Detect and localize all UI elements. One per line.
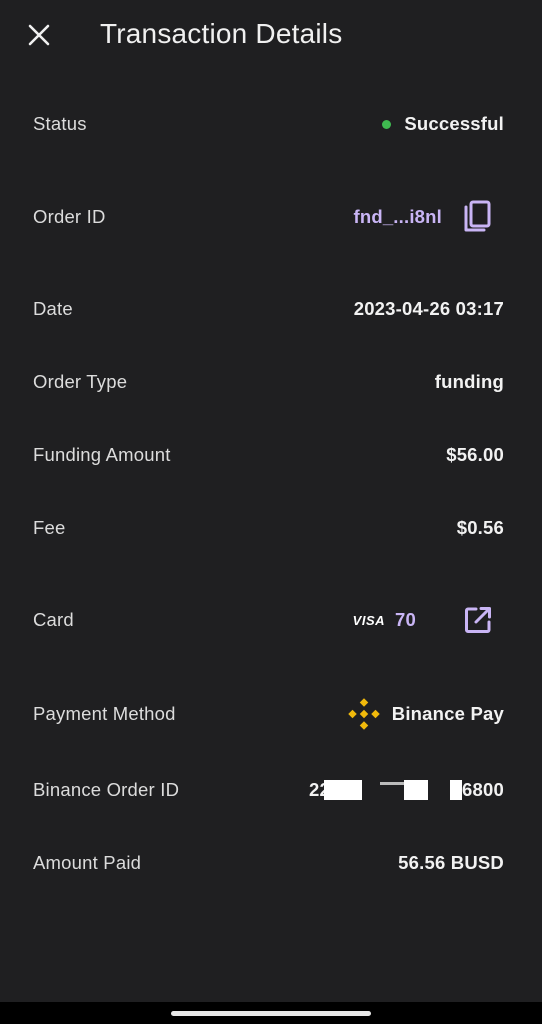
binance-order-id-suffix: 6800 xyxy=(462,779,504,800)
funding-amount-label: Funding Amount xyxy=(33,444,171,465)
card-row: Card VISA 70 xyxy=(0,600,542,640)
amount-paid-label: Amount Paid xyxy=(33,852,142,873)
status-dot-icon xyxy=(382,119,392,129)
order-id-row: Order ID fnd_...i8nl xyxy=(0,197,542,237)
binance-order-id-row: Binance Order ID 22 6800 xyxy=(0,770,542,810)
funding-amount-value: $56.00 xyxy=(446,444,504,465)
header: Transaction Details xyxy=(0,0,542,72)
amount-paid-value: 56.56 BUSD xyxy=(398,852,504,873)
status-label: Status xyxy=(33,113,87,134)
order-type-value: funding xyxy=(434,371,504,392)
page-title: Transaction Details xyxy=(100,18,343,49)
payment-method-value: Binance Pay xyxy=(348,698,504,730)
status-text: Successful xyxy=(404,113,504,134)
fee-label: Fee xyxy=(33,517,66,538)
order-id-value: fnd_...i8nl xyxy=(353,200,492,234)
status-row: Status Successful xyxy=(0,104,542,144)
payment-method-label: Payment Method xyxy=(33,703,176,724)
order-type-label: Order Type xyxy=(33,371,128,392)
visa-logo: VISA xyxy=(352,612,386,628)
order-type-row: Order Type funding xyxy=(0,362,542,402)
binance-order-id-value: 22 6800 xyxy=(309,779,504,801)
funding-amount-row: Funding Amount $56.00 xyxy=(0,435,542,475)
close-button[interactable] xyxy=(22,18,56,52)
redaction-block xyxy=(450,780,463,800)
payment-method-row: Payment Method Binance Pay xyxy=(0,694,542,734)
date-value: 2023-04-26 03:17 xyxy=(353,298,504,319)
date-label: Date xyxy=(33,298,73,319)
order-id-text[interactable]: fnd_...i8nl xyxy=(353,206,442,228)
fee-row: Fee $0.56 xyxy=(0,508,542,548)
binance-order-id-label: Binance Order ID xyxy=(33,779,180,800)
open-card-button[interactable] xyxy=(464,606,492,634)
external-link-icon xyxy=(465,607,491,633)
copy-icon xyxy=(464,200,491,232)
fee-value: $0.56 xyxy=(456,517,504,538)
card-last-digits: 70 xyxy=(395,609,416,630)
order-id-label: Order ID xyxy=(33,206,106,227)
date-row: Date 2023-04-26 03:17 xyxy=(0,289,542,329)
close-icon xyxy=(28,24,50,46)
status-value: Successful xyxy=(382,113,504,135)
card-label: Card xyxy=(33,609,74,630)
copy-button[interactable] xyxy=(462,200,492,234)
payment-method-text: Binance Pay xyxy=(391,703,504,724)
redaction-block xyxy=(324,780,363,800)
card-value: VISA 70 xyxy=(353,606,492,634)
binance-logo-icon xyxy=(348,698,380,730)
amount-paid-row: Amount Paid 56.56 BUSD xyxy=(0,843,542,883)
redaction-block xyxy=(404,780,429,800)
home-indicator-bar[interactable] xyxy=(171,1011,371,1016)
